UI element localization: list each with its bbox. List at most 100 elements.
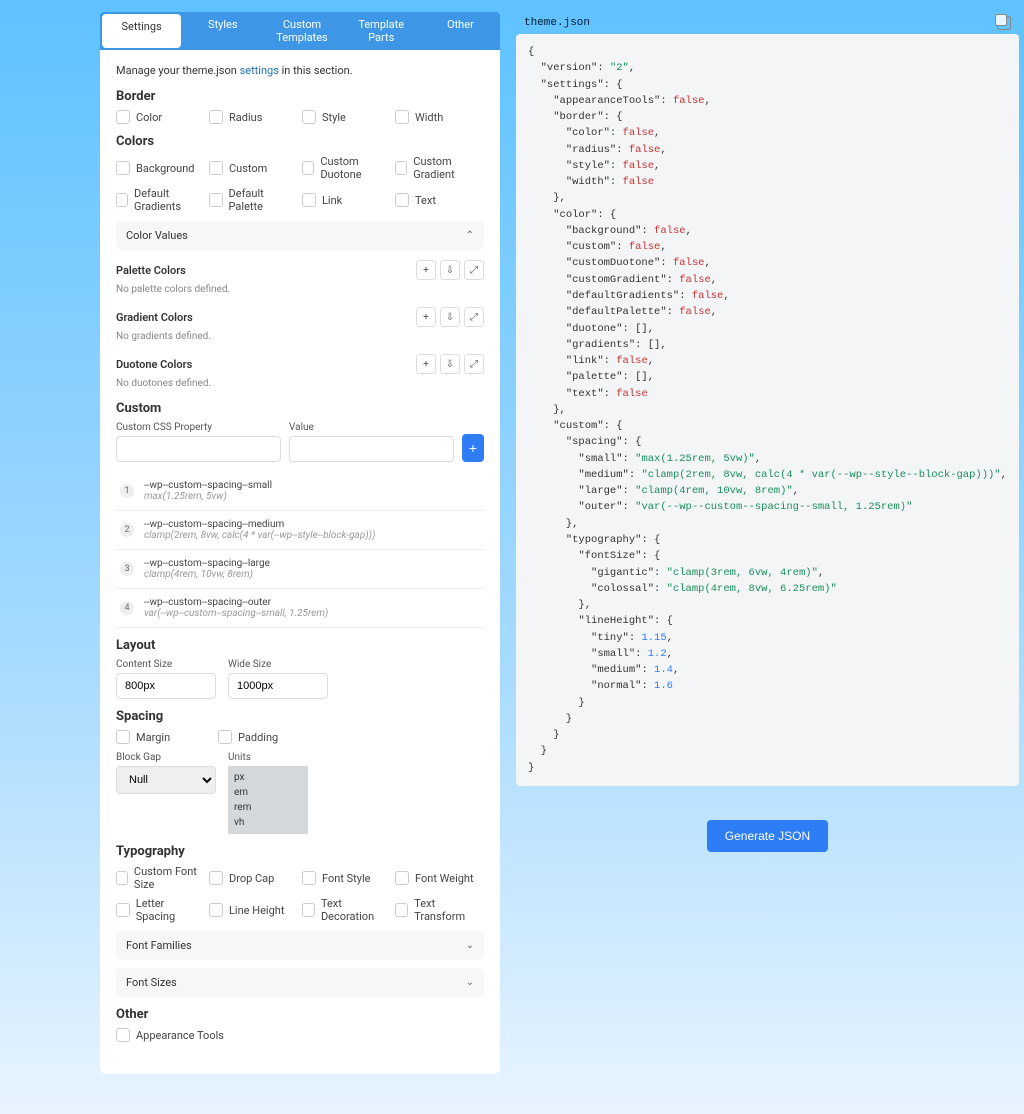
colors-default-gradients-label: Default Gradients: [134, 187, 205, 213]
colors-link-checkbox[interactable]: [302, 193, 316, 207]
gradient-colors-empty: No gradients defined.: [116, 331, 484, 342]
tab-settings[interactable]: Settings: [102, 14, 181, 48]
colors-custom-gradient-checkbox[interactable]: [395, 161, 407, 175]
units-option[interactable]: em: [234, 785, 302, 800]
border-radius-label: Radius: [229, 111, 262, 124]
duotone-colors-expand-button[interactable]: ⤢: [464, 354, 484, 374]
palette-colors-heading: Palette Colors: [116, 264, 186, 277]
spacing-padding-label: Padding: [238, 731, 278, 744]
other-appearance-tools-checkbox[interactable]: [116, 1028, 130, 1042]
spacing-padding-checkbox[interactable]: [218, 730, 232, 744]
custom-prop-label: Custom CSS Property: [116, 422, 281, 433]
generate-json-button[interactable]: Generate JSON: [707, 820, 828, 852]
custom-item[interactable]: 3 --wp--custom--spacing--large clamp(4re…: [116, 550, 484, 589]
gradient-colors-add-button[interactable]: +: [416, 307, 436, 327]
palette-colors-add-button[interactable]: +: [416, 260, 436, 280]
content-size-input[interactable]: [116, 673, 216, 699]
tab-other[interactable]: Other: [421, 12, 500, 50]
typography-font-weight-checkbox[interactable]: [395, 871, 409, 885]
typography-line-height-checkbox[interactable]: [209, 903, 223, 917]
chevron-up-icon: ⌃: [466, 230, 474, 241]
colors-custom-duotone-checkbox[interactable]: [302, 161, 314, 175]
duotone-colors-import-button[interactable]: ⇩: [440, 354, 460, 374]
typography-letter-spacing-label: Letter Spacing: [136, 897, 205, 923]
settings-panel: Manage your theme.json settings in this …: [100, 50, 500, 1074]
custom-val-input[interactable]: [289, 436, 454, 462]
custom-item-name: --wp--custom--spacing--small: [144, 480, 480, 491]
typography-custom-font-size-checkbox[interactable]: [116, 871, 128, 885]
block-gap-select[interactable]: Null: [116, 766, 216, 794]
colors-custom-duotone-label: Custom Duotone: [320, 155, 391, 181]
typography-drop-cap-checkbox[interactable]: [209, 871, 223, 885]
colors-link-label: Link: [322, 194, 342, 207]
chevron-down-icon: ⌄: [466, 977, 474, 988]
colors-custom-checkbox[interactable]: [209, 161, 223, 175]
font-sizes-accordion[interactable]: Font Sizes ⌄: [116, 968, 484, 997]
border-color-label: Color: [136, 111, 162, 124]
typography-text-decoration-label: Text Decoration: [321, 897, 391, 923]
colors-background-label: Background: [136, 162, 194, 175]
gradient-colors-heading: Gradient Colors: [116, 311, 193, 324]
custom-heading: Custom: [116, 401, 484, 416]
border-width-label: Width: [415, 111, 443, 124]
spacing-heading: Spacing: [116, 709, 484, 724]
chevron-down-icon: ⌄: [466, 940, 474, 951]
border-style-checkbox[interactable]: [302, 110, 316, 124]
palette-colors-import-button[interactable]: ⇩: [440, 260, 460, 280]
typography-font-weight-label: Font Weight: [415, 872, 474, 885]
custom-item[interactable]: 1 --wp--custom--spacing--small max(1.25r…: [116, 472, 484, 511]
tab-custom-templates[interactable]: Custom Templates: [262, 12, 341, 50]
gradient-colors-expand-button[interactable]: ⤢: [464, 307, 484, 327]
typography-heading: Typography: [116, 844, 484, 859]
add-custom-button[interactable]: +: [462, 434, 484, 462]
colors-default-gradients-checkbox[interactable]: [116, 193, 128, 207]
colors-custom-gradient-label: Custom Gradient: [413, 155, 484, 181]
border-width-checkbox[interactable]: [395, 110, 409, 124]
typography-font-style-checkbox[interactable]: [302, 871, 316, 885]
units-option[interactable]: vh: [234, 815, 302, 830]
custom-item[interactable]: 2 --wp--custom--spacing--medium clamp(2r…: [116, 511, 484, 550]
custom-item-index: 4: [120, 601, 134, 615]
custom-prop-input[interactable]: [116, 436, 281, 462]
color-values-accordion[interactable]: Color Values ⌃: [116, 221, 484, 250]
custom-item-name: --wp--custom--spacing--large: [144, 558, 480, 569]
colors-default-palette-checkbox[interactable]: [209, 193, 223, 207]
tab-template-parts[interactable]: Template Parts: [342, 12, 421, 50]
custom-item[interactable]: 4 --wp--custom--spacing--outer var(--wp-…: [116, 589, 484, 628]
typography-drop-cap-label: Drop Cap: [229, 872, 274, 885]
copy-icon[interactable]: [997, 16, 1011, 30]
block-gap-label: Block Gap: [116, 752, 216, 763]
other-heading: Other: [116, 1007, 484, 1022]
duotone-colors-empty: No duotones defined.: [116, 378, 484, 389]
border-color-checkbox[interactable]: [116, 110, 130, 124]
units-option[interactable]: px: [234, 770, 302, 785]
typography-letter-spacing-checkbox[interactable]: [116, 903, 130, 917]
custom-item-value: max(1.25rem, 5vw): [144, 491, 480, 502]
border-radius-checkbox[interactable]: [209, 110, 223, 124]
custom-item-value: var(--wp--custom--spacing--small, 1.25re…: [144, 608, 480, 619]
spacing-margin-checkbox[interactable]: [116, 730, 130, 744]
units-listbox[interactable]: pxemremvh: [228, 766, 308, 834]
units-option[interactable]: rem: [234, 800, 302, 815]
colors-text-checkbox[interactable]: [395, 193, 409, 207]
typography-text-decoration-checkbox[interactable]: [302, 903, 315, 917]
custom-item-index: 3: [120, 562, 134, 576]
custom-item-name: --wp--custom--spacing--medium: [144, 519, 480, 530]
palette-colors-expand-button[interactable]: ⤢: [464, 260, 484, 280]
json-output: { "version": "2", "settings": { "appeara…: [516, 34, 1019, 786]
colors-default-palette-label: Default Palette: [229, 187, 298, 213]
wide-size-input[interactable]: [228, 673, 328, 699]
settings-link[interactable]: settings: [240, 64, 279, 77]
custom-item-index: 1: [120, 484, 134, 498]
colors-background-checkbox[interactable]: [116, 161, 130, 175]
gradient-colors-import-button[interactable]: ⇩: [440, 307, 460, 327]
tabs: Settings Styles Custom Templates Templat…: [100, 12, 500, 50]
font-families-accordion[interactable]: Font Families ⌄: [116, 931, 484, 960]
typography-text-transform-label: Text Transform: [414, 897, 484, 923]
spacing-margin-label: Margin: [136, 731, 170, 744]
duotone-colors-add-button[interactable]: +: [416, 354, 436, 374]
content-size-label: Content Size: [116, 659, 216, 670]
border-style-label: Style: [322, 111, 346, 124]
tab-styles[interactable]: Styles: [183, 12, 262, 50]
typography-text-transform-checkbox[interactable]: [395, 903, 408, 917]
